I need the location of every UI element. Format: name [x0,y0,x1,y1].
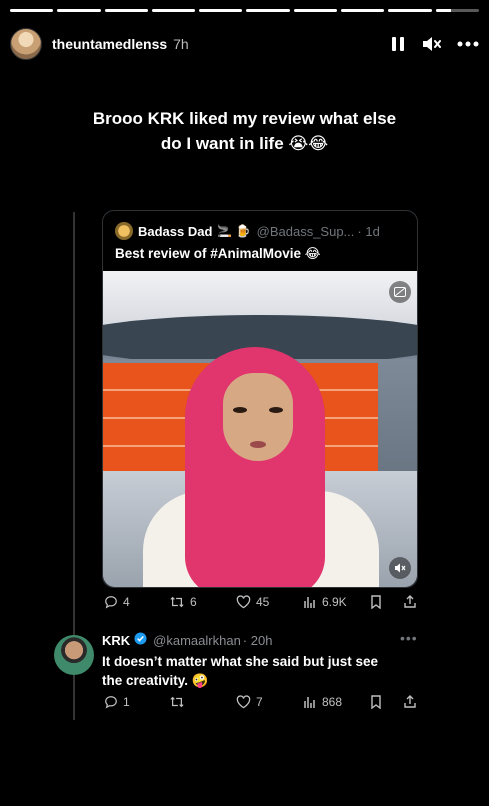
reply-icon [105,696,117,709]
reply-count: 4 [123,595,130,609]
captions-off-icon[interactable] [389,281,411,303]
reply-tweet-header: KRK @kamaalrkhan · 20h [102,632,272,648]
progress-segment [10,9,54,12]
views-count: 6.9K [322,595,347,609]
like-button[interactable]: 45 [236,595,269,609]
views-button[interactable]: 6.9K [303,595,347,609]
bookmark-button[interactable] [370,695,382,709]
progress-segment [151,9,196,12]
progress-segment-current [435,9,479,12]
like-count: 7 [256,695,263,709]
pause-icon[interactable] [391,36,405,52]
repost-icon [170,696,184,708]
progress-segment [104,9,148,12]
more-options-icon[interactable]: ••• [400,630,418,646]
story-progress [10,9,479,12]
bookmark-button[interactable] [370,595,382,609]
quoted-author-handle[interactable]: @Badass_Sup... [257,224,355,239]
heart-icon [236,695,251,709]
views-count: 868 [322,695,343,709]
like-count: 45 [256,595,270,609]
repost-count: 6 [190,595,197,609]
verified-badge-icon [134,632,147,648]
progress-segment [246,9,290,12]
video-mute-icon[interactable] [389,557,411,579]
views-icon [304,697,315,708]
repost-icon [170,596,184,608]
reply-author-name[interactable]: KRK [102,633,130,648]
avatar[interactable] [54,635,94,675]
bookmark-icon [371,695,381,709]
bookmark-icon [371,595,381,609]
avatar[interactable] [115,222,133,240]
name-emojis: 🚬 🍺 [217,224,251,238]
video-player[interactable] [103,271,417,587]
avatar[interactable] [10,28,42,60]
share-icon [404,695,416,708]
reply-button[interactable]: 4 [104,595,130,609]
username[interactable]: theuntamedlenss [52,36,167,52]
quoted-tweet-card[interactable]: Badass Dad 🚬 🍺 @Badass_Sup... · 1d Best … [102,210,418,588]
views-icon [304,597,315,608]
quoted-tweet-age: · 1d [357,223,380,239]
progress-segment [341,9,385,12]
quoted-tweet-text: Best review of #AnimalMovie 😂 [115,246,321,261]
more-icon[interactable] [457,41,479,47]
mute-icon[interactable] [421,35,441,53]
quoted-author-name[interactable]: Badass Dad [138,224,212,239]
caption-line: do I want in life 😭😂 [160,134,329,153]
repost-button[interactable]: 6 [169,595,197,609]
heart-icon [236,595,251,609]
progress-segment [57,9,101,12]
reply-icon [105,596,117,609]
progress-segment [293,9,338,12]
progress-segment [199,9,243,12]
quoted-tweet-header: Badass Dad 🚬 🍺 @Badass_Sup... · 1d [115,222,405,240]
reply-button[interactable]: 1 [104,695,130,709]
like-button[interactable]: 7 [236,695,263,709]
caption-line: Brooo KRK liked my review what else [92,109,397,128]
repost-button[interactable] [169,695,190,709]
reply-count: 1 [123,695,130,709]
story-header: theuntamedlenss 7h [10,26,479,62]
progress-segment [388,9,432,12]
story-caption: Brooo KRK liked my review what else do I… [0,106,489,156]
share-icon [404,595,416,608]
post-time: 7h [173,36,189,52]
reply-author-handle[interactable]: @kamaalrkhan [153,633,241,648]
reply-tweet-text: It doesn’t matter what she said but just… [102,654,379,688]
share-button[interactable] [403,694,417,709]
views-button[interactable]: 868 [303,695,342,709]
reply-tweet-age: · 20h [242,632,273,648]
share-button[interactable] [403,594,417,609]
